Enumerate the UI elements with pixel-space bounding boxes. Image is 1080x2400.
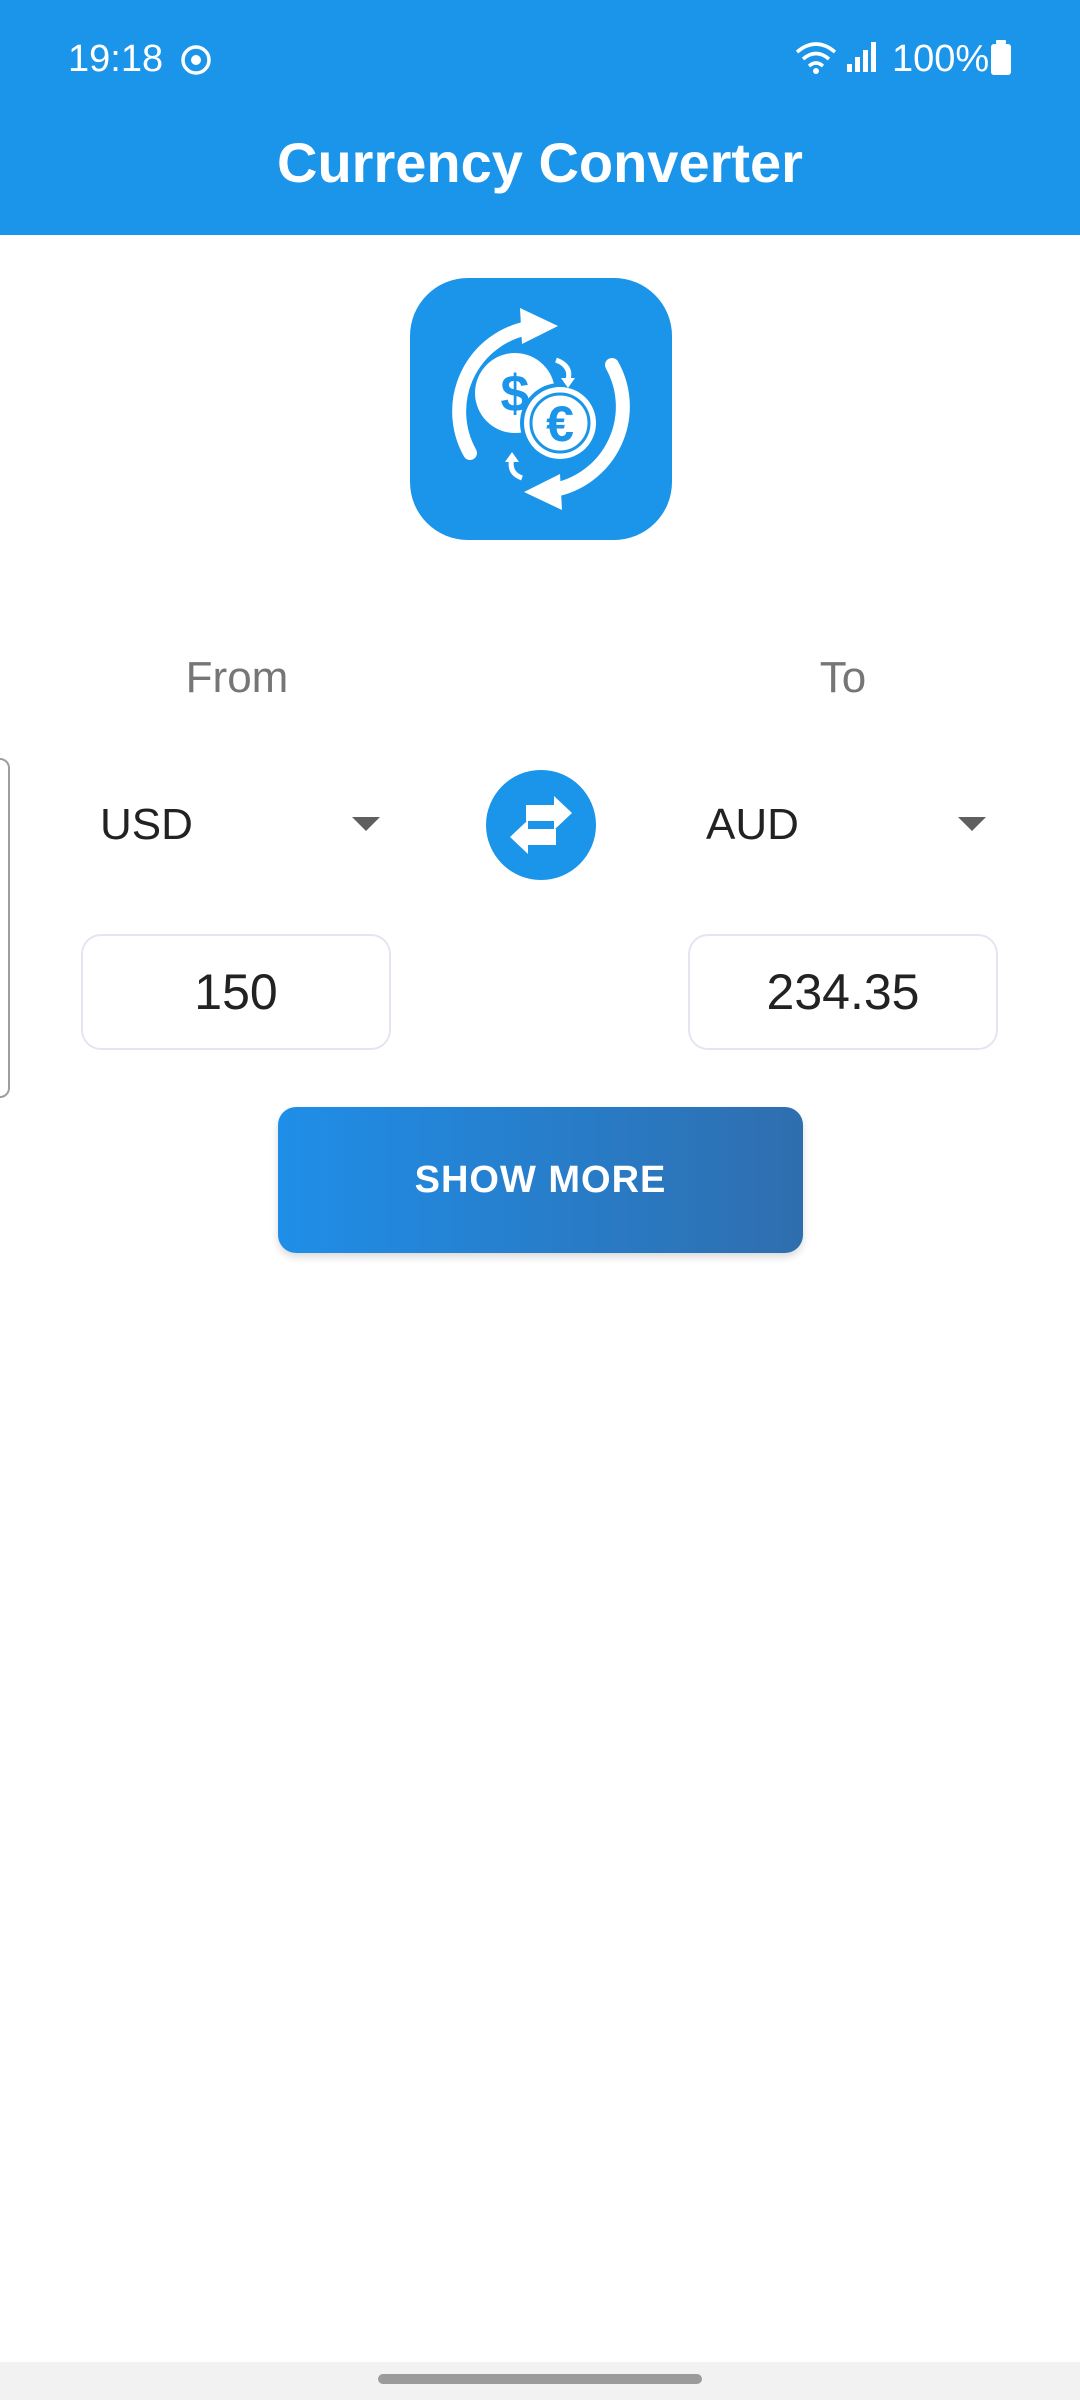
from-currency-dropdown[interactable]: USD — [100, 790, 380, 860]
battery-percentage: 100% — [892, 38, 990, 80]
show-more-button[interactable]: SHOW MORE — [278, 1107, 803, 1253]
to-currency-dropdown[interactable]: AUD — [706, 790, 986, 860]
app-bar: 19:18 100% Currency Converter — [0, 0, 1080, 235]
swap-arrows-icon — [510, 796, 572, 854]
battery-icon — [991, 40, 1011, 75]
from-amount-input[interactable]: 150 — [81, 934, 391, 1050]
status-time: 19:18 — [68, 38, 164, 80]
from-label: From — [185, 653, 289, 702]
side-panel-handle[interactable] — [0, 758, 10, 1098]
sync-icon — [181, 45, 211, 75]
dropdown-arrow-icon — [958, 817, 986, 831]
to-label: To — [819, 653, 867, 702]
to-currency-value: AUD — [706, 800, 799, 849]
page-title: Currency Converter — [277, 131, 803, 194]
wifi-icon — [795, 42, 837, 74]
home-gesture-handle[interactable] — [378, 2374, 702, 2384]
svg-text:€: € — [546, 396, 574, 452]
signal-icon — [847, 42, 876, 72]
to-amount-field[interactable]: 234.35 — [688, 934, 998, 1050]
from-currency-value: USD — [100, 800, 193, 849]
dropdown-arrow-icon — [352, 817, 380, 831]
currency-exchange-icon: $ € — [410, 278, 672, 540]
swap-currencies-button[interactable] — [486, 770, 596, 880]
